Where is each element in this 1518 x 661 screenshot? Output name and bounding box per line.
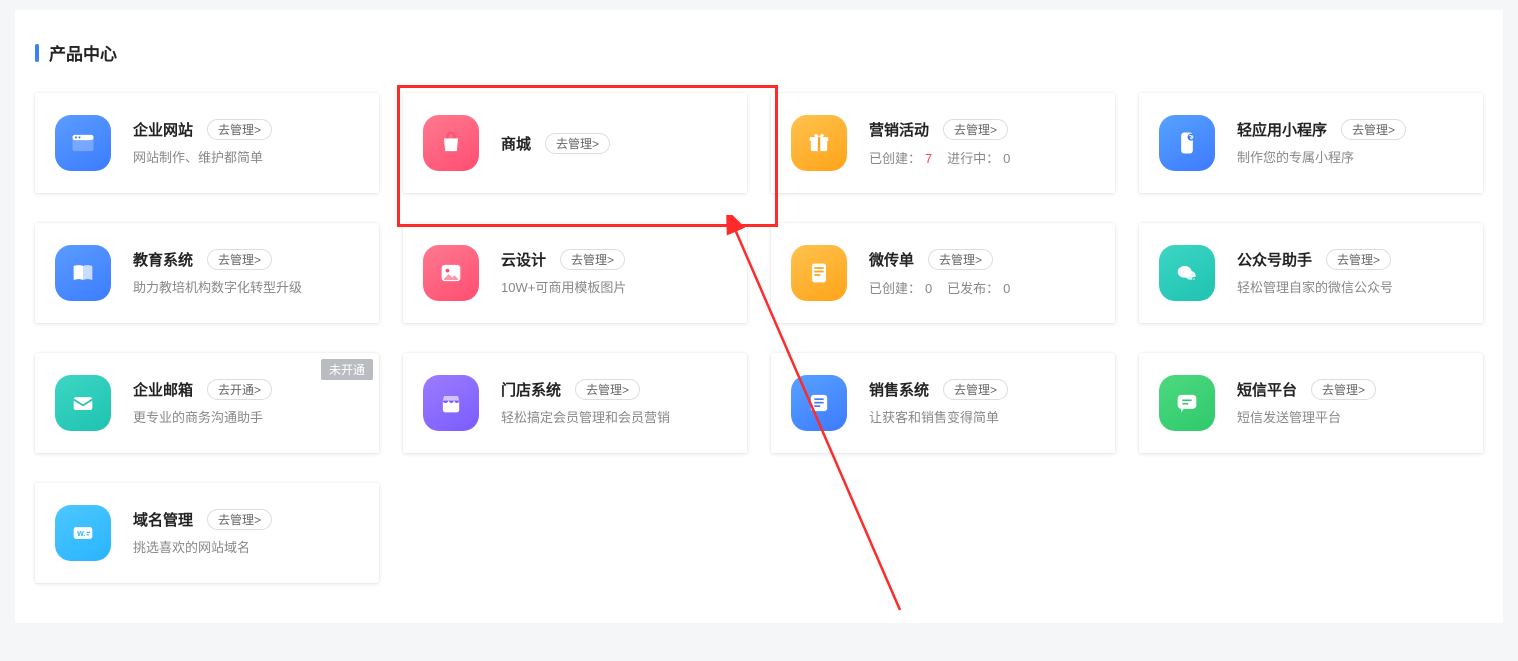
card-title: 企业网站 — [133, 119, 193, 140]
card-desc: 10W+可商用模板图片 — [501, 278, 727, 298]
gift-icon — [791, 115, 847, 171]
manage-button[interactable]: 去管理> — [207, 249, 272, 270]
card-mall[interactable]: 商城 去管理> — [403, 93, 747, 193]
manage-button[interactable]: 去管理> — [943, 379, 1008, 400]
manage-button[interactable]: 去管理> — [943, 119, 1008, 140]
card-title: 营销活动 — [869, 119, 929, 140]
card-mail[interactable]: 未开通 企业邮箱 去开通> 更专业的商务沟通助手 — [35, 353, 379, 453]
shopping-bag-icon — [423, 115, 479, 171]
card-sales[interactable]: 销售系统 去管理> 让获客和销售变得简单 — [771, 353, 1115, 453]
card-desc: 制作您的专属小程序 — [1237, 148, 1463, 168]
card-design[interactable]: 云设计 去管理> 10W+可商用模板图片 — [403, 223, 747, 323]
card-title: 教育系统 — [133, 249, 193, 270]
manage-button[interactable]: 去管理> — [560, 249, 625, 270]
browser-icon — [55, 115, 111, 171]
section-header: 产品中心 — [35, 40, 1483, 65]
card-desc: 更专业的商务沟通助手 — [133, 408, 359, 428]
card-domain[interactable]: W. 域名管理 去管理> 挑选喜欢的网站域名 — [35, 483, 379, 583]
not-opened-badge: 未开通 — [321, 359, 373, 380]
card-desc: 让获客和销售变得简单 — [869, 408, 1095, 428]
card-title: 企业邮箱 — [133, 379, 193, 400]
card-title: 门店系统 — [501, 379, 561, 400]
chat-icon — [1159, 375, 1215, 431]
card-title: 商城 — [501, 133, 531, 154]
manage-button[interactable]: 去管理> — [1311, 379, 1376, 400]
open-button[interactable]: 去开通> — [207, 379, 272, 400]
card-desc: 短信发送管理平台 — [1237, 408, 1463, 428]
card-title: 云设计 — [501, 249, 546, 270]
book-icon — [55, 245, 111, 301]
card-stats: 已创建：7 进行中：0 — [869, 148, 1095, 167]
card-store[interactable]: 门店系统 去管理> 轻松搞定会员管理和会员营销 — [403, 353, 747, 453]
manage-button[interactable]: 去管理> — [575, 379, 640, 400]
card-desc: 助力教培机构数字化转型升级 — [133, 278, 359, 298]
product-center-panel: 产品中心 企业网站 去管理> 网站制作、维护都简单 商城 — [15, 10, 1503, 623]
card-marketing[interactable]: 营销活动 去管理> 已创建：7 进行中：0 — [771, 93, 1115, 193]
card-miniapp[interactable]: 轻应用小程序 去管理> 制作您的专属小程序 — [1139, 93, 1483, 193]
store-icon — [423, 375, 479, 431]
card-sms[interactable]: 短信平台 去管理> 短信发送管理平台 — [1139, 353, 1483, 453]
manage-button[interactable]: 去管理> — [1341, 119, 1406, 140]
manage-button[interactable]: 去管理> — [928, 249, 993, 270]
card-title: 销售系统 — [869, 379, 929, 400]
card-desc: 网站制作、维护都简单 — [133, 148, 359, 168]
image-icon — [423, 245, 479, 301]
domain-icon: W. — [55, 505, 111, 561]
card-website[interactable]: 企业网站 去管理> 网站制作、维护都简单 — [35, 93, 379, 193]
svg-text:W.: W. — [77, 531, 85, 538]
card-title: 微传单 — [869, 249, 914, 270]
flyer-icon — [791, 245, 847, 301]
card-desc: 挑选喜欢的网站域名 — [133, 538, 359, 558]
manage-button[interactable]: 去管理> — [1326, 249, 1391, 270]
card-desc: 轻松管理自家的微信公众号 — [1237, 278, 1463, 298]
card-title: 域名管理 — [133, 509, 193, 530]
miniapp-icon — [1159, 115, 1215, 171]
product-grid: 企业网站 去管理> 网站制作、维护都简单 商城 去管理> — [35, 93, 1483, 583]
card-edu[interactable]: 教育系统 去管理> 助力教培机构数字化转型升级 — [35, 223, 379, 323]
card-title: 公众号助手 — [1237, 249, 1312, 270]
card-stats: 已创建：0 已发布：0 — [869, 278, 1095, 297]
mail-icon — [55, 375, 111, 431]
manage-button[interactable]: 去管理> — [207, 509, 272, 530]
card-flyer[interactable]: 微传单 去管理> 已创建：0 已发布：0 — [771, 223, 1115, 323]
card-desc: 轻松搞定会员管理和会员营销 — [501, 408, 727, 428]
wechat-icon — [1159, 245, 1215, 301]
manage-button[interactable]: 去管理> — [545, 133, 610, 154]
section-title: 产品中心 — [49, 40, 117, 65]
card-title: 短信平台 — [1237, 379, 1297, 400]
list-icon — [791, 375, 847, 431]
card-title: 轻应用小程序 — [1237, 119, 1327, 140]
section-accent-bar — [35, 44, 39, 62]
card-mp[interactable]: 公众号助手 去管理> 轻松管理自家的微信公众号 — [1139, 223, 1483, 323]
manage-button[interactable]: 去管理> — [207, 119, 272, 140]
